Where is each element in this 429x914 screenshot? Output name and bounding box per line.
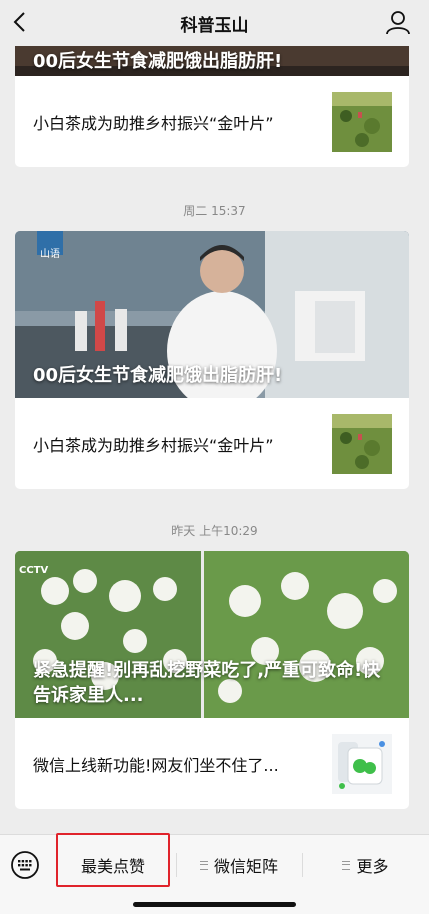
- article-item[interactable]: 小白茶成为助推乡村振兴“金叶片”: [15, 76, 409, 167]
- menu-label: 最美点赞: [80, 857, 145, 876]
- article-thumbnail: [332, 734, 392, 794]
- channel-logo: 山语: [40, 249, 60, 260]
- article-item[interactable]: 小白茶成为助推乡村振兴“金叶片”: [15, 398, 409, 489]
- article-cover[interactable]: CCTV 紧急提醒!别再乱挖野菜吃了,严重可致命!快告诉家里人...: [15, 551, 409, 718]
- cover-headline: 00后女生节食减肥饿出脂肪肝!: [33, 365, 283, 386]
- keyboard-icon[interactable]: [10, 850, 40, 880]
- menu-more[interactable]: 更多: [302, 835, 429, 895]
- nav-header: 科普玉山: [0, 0, 429, 46]
- submenu-icon: [199, 860, 208, 870]
- menu-label: 微信矩阵: [213, 857, 278, 876]
- message-feed[interactable]: 00后女生节食减肥饿出脂肪肝! 小白茶成为助推乡村振兴“金叶片” 周二 15:3…: [0, 46, 429, 834]
- cover-headline: 紧急提醒!别再乱挖野菜吃了,严重可致命!快告诉家里人...: [33, 660, 381, 706]
- timestamp: 周二 15:37: [183, 204, 246, 218]
- profile-icon[interactable]: [385, 9, 411, 35]
- menu-zuimei-dianzan[interactable]: 最美点赞: [50, 835, 176, 895]
- article-thumbnail: [332, 92, 392, 152]
- article-cover[interactable]: 山语 00后女生节食减肥饿出脂肪肝!: [15, 231, 409, 398]
- home-indicator: [133, 902, 296, 907]
- timestamp: 昨天 上午10:29: [171, 524, 258, 538]
- article-title: 微信上线新功能!网友们坐不住了...: [33, 755, 279, 775]
- article-thumbnail: [332, 414, 392, 474]
- page-title: 科普玉山: [180, 16, 249, 36]
- article-card[interactable]: 山语 00后女生节食减肥饿出脂肪肝! 小白茶成为助推乡村振兴“金叶片”: [15, 231, 409, 489]
- article-title: 小白茶成为助推乡村振兴“金叶片”: [33, 113, 274, 133]
- article-title: 小白茶成为助推乡村振兴“金叶片”: [33, 435, 274, 455]
- menu-label: 更多: [356, 857, 389, 876]
- channel-logo: CCTV: [19, 565, 49, 576]
- article-cover-partial[interactable]: 00后女生节食减肥饿出脂肪肝!: [15, 46, 409, 76]
- article-card[interactable]: CCTV 紧急提醒!别再乱挖野菜吃了,严重可致命!快告诉家里人... 微信上线新…: [15, 551, 409, 809]
- article-item[interactable]: 微信上线新功能!网友们坐不住了...: [15, 718, 409, 809]
- submenu-icon: [342, 860, 351, 870]
- menu-weixin-juzhen[interactable]: 微信矩阵: [176, 835, 302, 895]
- cover-headline: 00后女生节食减肥饿出脂肪肝!: [33, 51, 283, 72]
